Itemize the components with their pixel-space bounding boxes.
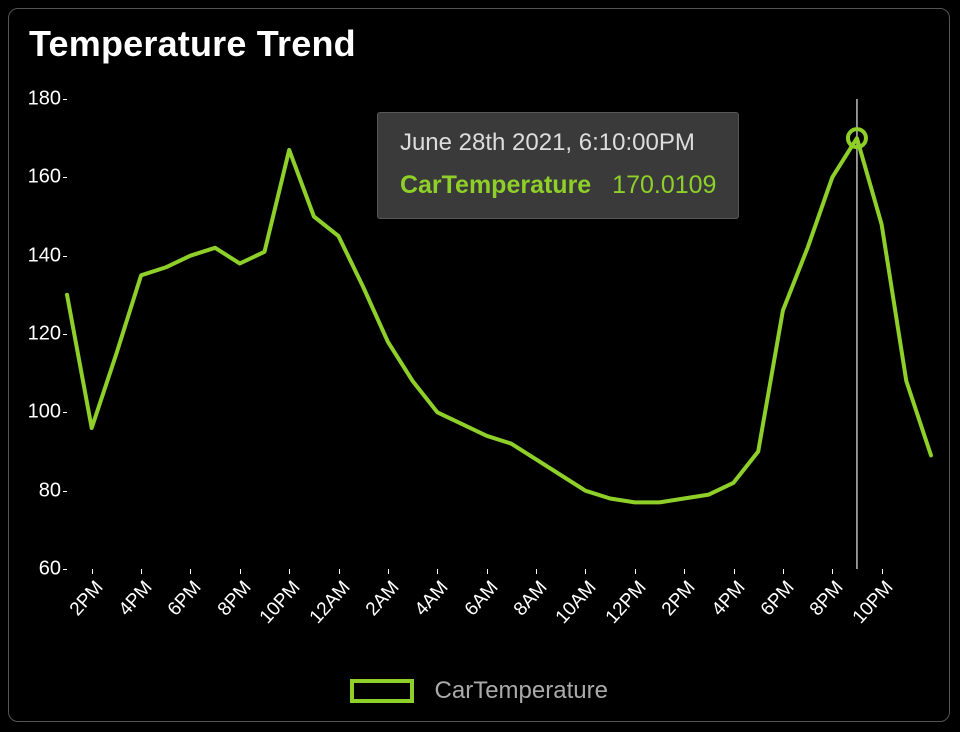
y-axis-tick-label: 140 [28, 244, 61, 267]
tooltip-series-name: CarTemperature [400, 171, 591, 199]
chart-legend: CarTemperature [9, 677, 949, 705]
y-axis-tick-label: 180 [28, 88, 61, 111]
y-axis-tick-label: 60 [39, 558, 61, 581]
legend-series-label: CarTemperature [435, 677, 608, 705]
tooltip-timestamp: June 28th 2021, 6:10:00PM [400, 129, 717, 157]
y-axis-tick-label: 120 [28, 323, 61, 346]
y-axis-tick-label: 160 [28, 166, 61, 189]
legend-swatch-icon [350, 679, 414, 703]
hover-marker [848, 99, 866, 569]
chart-plot-area[interactable]: June 28th 2021, 6:10:00PM CarTemperature… [67, 99, 931, 569]
tooltip-value: 170.0109 [612, 171, 716, 199]
chart-panel: Temperature Trend June 28th 2021, 6:10:0… [8, 8, 950, 722]
y-axis-tick-label: 100 [28, 401, 61, 424]
y-axis-tick-label: 80 [39, 479, 61, 502]
chart-tooltip: June 28th 2021, 6:10:00PM CarTemperature… [377, 112, 740, 219]
chart-title: Temperature Trend [29, 23, 356, 65]
